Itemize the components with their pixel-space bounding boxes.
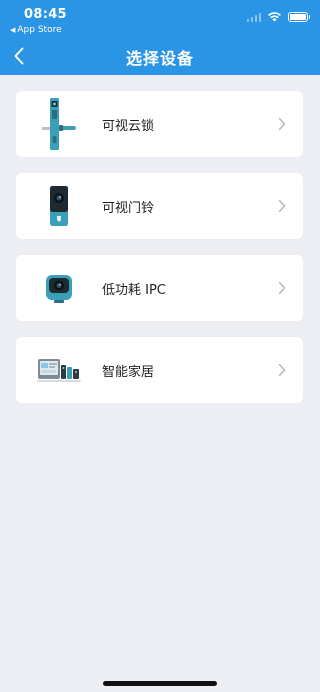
page-title: 选择设备	[125, 49, 194, 68]
back-triangle-icon: ◀	[10, 26, 16, 34]
device-label: 可视云锁	[102, 118, 155, 134]
doorbell-icon	[16, 173, 102, 239]
back-app-label: App Store	[17, 25, 62, 35]
device-card-doorbell[interactable]: 可视门铃	[16, 173, 303, 239]
cellular-signal-icon	[246, 12, 261, 22]
device-card-smart-lock[interactable]: 可视云锁	[16, 91, 303, 157]
status-icons	[246, 11, 310, 22]
camera-icon	[16, 255, 102, 321]
device-label: 智能家居	[102, 364, 155, 380]
smart-lock-icon	[16, 91, 102, 157]
chevron-right-icon	[271, 281, 293, 295]
chevron-right-icon	[271, 363, 293, 377]
chevron-right-icon	[271, 117, 293, 131]
device-card-low-power-ipc[interactable]: 低功耗 IPC	[16, 255, 303, 321]
status-time: 08:45	[24, 7, 67, 22]
home-indicator[interactable]	[103, 681, 217, 686]
battery-icon	[288, 11, 310, 22]
device-label: 低功耗 IPC	[102, 282, 166, 298]
chevron-right-icon	[271, 199, 293, 213]
app-header: 08:45 ◀ App Store 选择设备	[0, 0, 320, 75]
device-label: 可视门铃	[102, 200, 155, 216]
back-to-app-store[interactable]: ◀ App Store	[10, 25, 62, 35]
wifi-icon	[268, 12, 281, 22]
smart-home-icon	[16, 337, 102, 403]
device-card-smart-home[interactable]: 智能家居	[16, 337, 303, 403]
